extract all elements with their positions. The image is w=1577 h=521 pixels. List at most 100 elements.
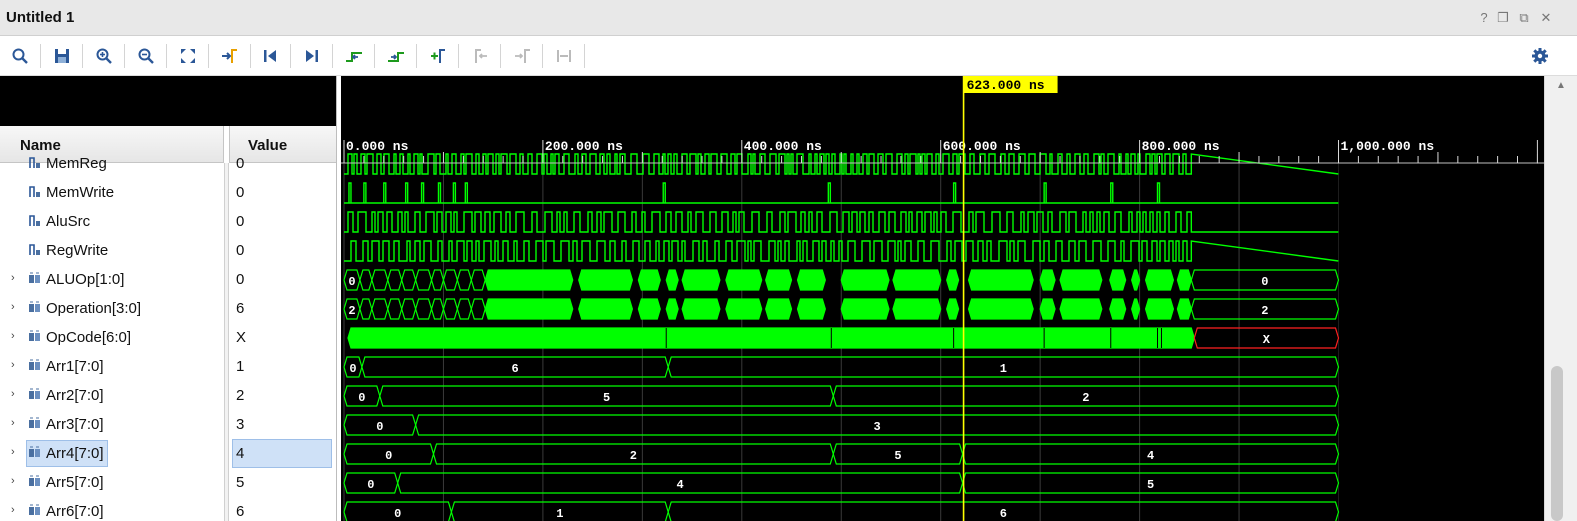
bus-segment xyxy=(414,298,433,320)
signal-name: MemWrite xyxy=(46,184,115,201)
scrollbar-thumb[interactable] xyxy=(1551,366,1563,521)
signal-row[interactable]: › Arr6[7:0] 6 xyxy=(0,497,336,521)
signal-value: 0 xyxy=(236,155,245,172)
window-title: Untitled 1 xyxy=(6,9,75,26)
signal-name: AluSrc xyxy=(46,213,91,230)
bus-signal-icon xyxy=(29,475,40,486)
signal-row[interactable]: › ALUOp[1:0] 0 xyxy=(0,265,336,294)
zoom-in-button[interactable] xyxy=(92,44,116,68)
scroll-up-icon[interactable]: ▲ xyxy=(1553,80,1569,96)
bus-activity-block xyxy=(637,298,661,320)
waveform-toolbar xyxy=(0,36,1577,76)
vertical-scrollbar[interactable]: ▲ xyxy=(1544,76,1577,521)
waveform-pane[interactable]: 0 0 2 2 X 0 6 1 0 5 2 0 3 0 2 5 4 0 4 5 0 1 6 0.000 ns 200.000 … xyxy=(341,76,1544,521)
signal-row[interactable]: › Operation[3:0] 6 xyxy=(0,294,336,323)
bit-signal-icon xyxy=(29,186,40,197)
zoom-out-button[interactable] xyxy=(134,44,158,68)
zoom-fit-button[interactable] xyxy=(176,44,200,68)
bus-activity-block xyxy=(578,298,634,320)
expand-chevron-icon[interactable]: › xyxy=(11,272,21,286)
go-to-last-time-button[interactable] xyxy=(300,44,324,68)
expand-chevron-icon[interactable]: › xyxy=(11,301,21,315)
expand-chevron-icon[interactable]: › xyxy=(11,475,21,489)
signal-row[interactable]: MemWrite 0 xyxy=(0,178,336,207)
bus-activity-block xyxy=(578,269,634,291)
toolbar-separator xyxy=(584,44,585,68)
bus-value-label: 6 xyxy=(511,362,518,376)
bus-signal-icon xyxy=(29,330,40,341)
expand-chevron-icon[interactable]: › xyxy=(11,446,21,460)
toolbar-separator xyxy=(40,44,41,68)
bus-segment xyxy=(387,298,403,320)
bus-segment xyxy=(401,269,417,291)
signal-row[interactable]: MemReg 0 xyxy=(0,149,336,178)
bus-value-label: 2 xyxy=(1082,391,1089,405)
signal-name: OpCode[6:0] xyxy=(46,329,132,346)
inactive-region xyxy=(1338,164,1544,521)
bus-activity-block xyxy=(637,269,661,291)
toolbar-separator xyxy=(542,44,543,68)
swap-cursors-button xyxy=(552,44,576,68)
bit-pulse xyxy=(1043,182,1047,203)
expand-chevron-icon[interactable]: › xyxy=(11,359,21,373)
signal-row[interactable]: › Arr4[7:0] 4 xyxy=(0,439,336,468)
maximize-icon[interactable]: ⧉ xyxy=(1515,9,1533,27)
bus-activity-block xyxy=(1144,298,1175,320)
expand-chevron-icon[interactable]: › xyxy=(11,417,21,431)
signal-row[interactable]: RegWrite 0 xyxy=(0,236,336,265)
expand-chevron-icon[interactable]: › xyxy=(11,504,21,518)
restore-icon[interactable]: ❐ xyxy=(1494,9,1512,27)
next-transition-button[interactable] xyxy=(384,44,408,68)
signal-value: 5 xyxy=(236,474,245,491)
bus-activity-block xyxy=(796,298,826,320)
signal-list-pane: Name Value MemReg 0 MemWrite 0 AluSrc 0 RegWri… xyxy=(0,76,337,521)
signal-row[interactable]: › Arr1[7:0] 1 xyxy=(0,352,336,381)
toolbar-separator xyxy=(458,44,459,68)
ruler-tick-label: 800.000 ns xyxy=(1142,139,1220,154)
expand-chevron-icon[interactable]: › xyxy=(11,388,21,402)
go-to-time-zero-button[interactable] xyxy=(258,44,282,68)
bus-signal-icon xyxy=(29,504,40,515)
signal-row[interactable]: › OpCode[6:0] X xyxy=(0,323,336,352)
search-button[interactable] xyxy=(8,44,32,68)
bus-activity-block xyxy=(1109,298,1127,320)
bus-activity-block xyxy=(1176,298,1192,320)
signal-value: 6 xyxy=(236,503,245,520)
go-to-end-icon xyxy=(306,50,318,62)
bus-segment xyxy=(371,298,389,320)
save-button[interactable] xyxy=(50,44,74,68)
signal-value: 1 xyxy=(236,358,245,375)
close-icon[interactable]: ✕ xyxy=(1537,9,1555,27)
bus-activity-block xyxy=(1059,298,1103,320)
signal-row[interactable]: › Arr2[7:0] 2 xyxy=(0,381,336,410)
expand-chevron-icon[interactable]: › xyxy=(11,330,21,344)
signal-row[interactable]: › Arr3[7:0] 3 xyxy=(0,410,336,439)
go-to-start-icon xyxy=(264,50,276,62)
bus-signal-icon xyxy=(29,446,40,457)
bit-pulse xyxy=(662,182,666,203)
bit-pulse xyxy=(452,182,457,203)
signal-name: Arr3[7:0] xyxy=(46,416,104,433)
settings-button[interactable] xyxy=(1528,44,1552,68)
toolbar-separator xyxy=(124,44,125,68)
signal-row[interactable]: › Arr5[7:0] 5 xyxy=(0,468,336,497)
waveform-canvas[interactable]: 0 0 2 2 X 0 6 1 0 5 2 0 3 0 2 5 4 0 4 5 0 1 6 0.000 ns 200.000 … xyxy=(341,76,1544,521)
bus-activity-block xyxy=(725,298,763,320)
zoom-in-icon xyxy=(96,48,112,64)
bus-segment xyxy=(456,269,472,291)
bit-pulse xyxy=(363,182,367,203)
help-icon[interactable]: ? xyxy=(1475,9,1493,27)
bus-activity-block xyxy=(681,269,721,291)
bus-activity-block xyxy=(665,298,679,320)
go-to-cursor-button[interactable] xyxy=(218,44,242,68)
signal-name: Arr1[7:0] xyxy=(46,358,104,375)
toolbar-separator xyxy=(290,44,291,68)
bit-pulse xyxy=(827,182,832,203)
bus-activity-block xyxy=(892,269,942,291)
add-marker-button[interactable] xyxy=(426,44,450,68)
signal-row[interactable]: AluSrc 0 xyxy=(0,207,336,236)
previous-transition-button[interactable] xyxy=(342,44,366,68)
bit-signal-icon xyxy=(29,215,40,226)
toolbar-separator xyxy=(374,44,375,68)
toolbar-separator xyxy=(250,44,251,68)
